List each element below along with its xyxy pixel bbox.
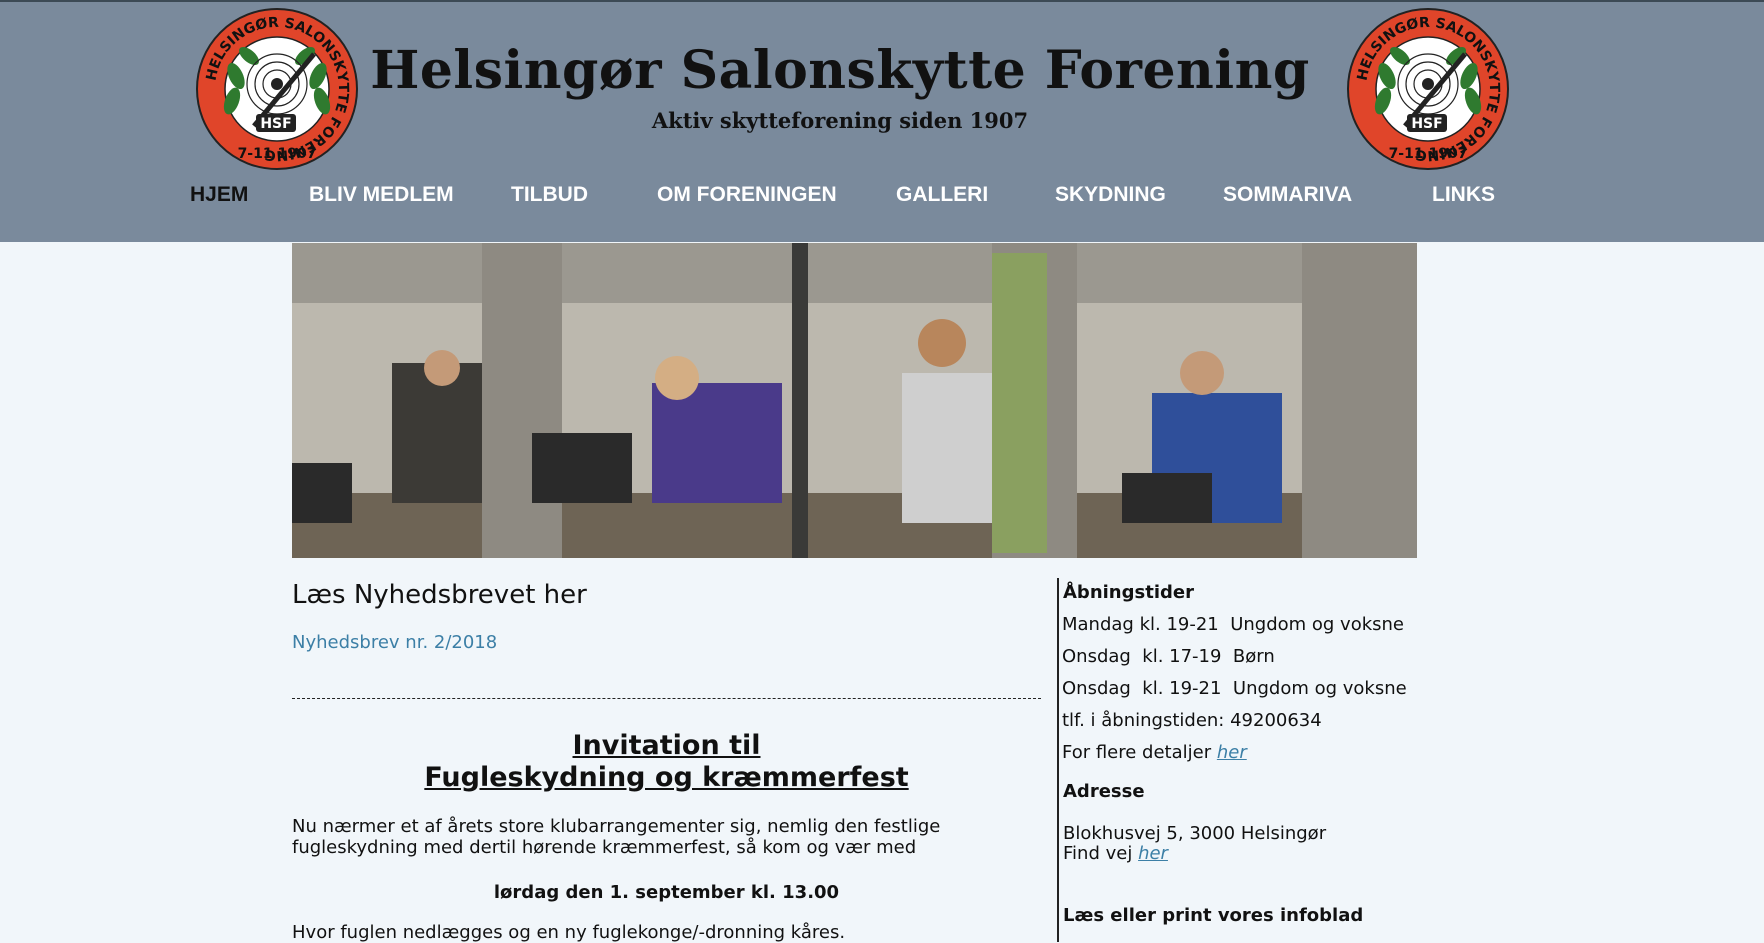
invitation-date: lørdag den 1. september kl. 13.00 bbox=[493, 882, 840, 903]
section-divider bbox=[292, 698, 1041, 699]
directions-line: Find vej her bbox=[1063, 843, 1168, 864]
hours-line: Onsdag kl. 17-19 Børn bbox=[1062, 646, 1275, 667]
svg-text:7-11 1907: 7-11 1907 bbox=[238, 146, 317, 162]
details-line: For flere detaljer her bbox=[1062, 742, 1247, 763]
sidebar: Åbningstider Mandag kl. 19-21 Ungdom og … bbox=[1057, 578, 1439, 942]
nav-item-hjem[interactable]: HJEM bbox=[190, 183, 248, 207]
nav-item-skydning[interactable]: SKYDNING bbox=[1055, 183, 1166, 207]
newsletter-link[interactable]: Nyhedsbrev nr. 2/2018 bbox=[292, 632, 1042, 653]
infoblad-title[interactable]: Læs eller print vores infoblad bbox=[1063, 905, 1363, 926]
invitation-more: Hvor fuglen nedlægges og en ny fuglekong… bbox=[292, 922, 846, 943]
directions-link[interactable]: her bbox=[1138, 843, 1168, 864]
nav-item-sommariva[interactable]: SOMMARIVA bbox=[1223, 183, 1352, 207]
site-header: HELSINGØR SALONSKYTTE FORENING HSF 7-11 … bbox=[0, 0, 1764, 242]
newsletter-heading: Læs Nyhedsbrevet her bbox=[292, 580, 587, 610]
nav-item-om-foreningen[interactable]: OM FORENINGEN bbox=[657, 183, 837, 207]
hours-line: Mandag kl. 19-21 Ungdom og voksne bbox=[1062, 614, 1404, 635]
nav-item-galleri[interactable]: GALLERI bbox=[896, 183, 988, 207]
nav-item-tilbud[interactable]: TILBUD bbox=[511, 183, 588, 207]
main-content: Læs Nyhedsbrevet her Nyhedsbrev nr. 2/20… bbox=[292, 580, 1042, 943]
shooting-range-photo bbox=[292, 243, 1417, 558]
invitation-title-line2: Fugleskydning og kræmmerfest bbox=[424, 762, 909, 793]
hero-photo bbox=[292, 243, 1417, 558]
nav-item-bliv-medlem[interactable]: BLIV MEDLEM bbox=[309, 183, 454, 207]
address-title: Adresse bbox=[1063, 781, 1145, 802]
directions-prefix: Find vej bbox=[1063, 843, 1139, 864]
svg-text:HSF: HSF bbox=[1411, 116, 1442, 132]
hours-line: Onsdag kl. 19-21 Ungdom og voksne bbox=[1062, 678, 1407, 699]
details-link[interactable]: her bbox=[1217, 742, 1247, 763]
details-prefix: For flere detaljer bbox=[1062, 742, 1217, 763]
invitation-body: Nu nærmer et af årets store klubarrangem… bbox=[292, 816, 941, 858]
invitation-title-line1: Invitation til bbox=[572, 730, 761, 761]
svg-text:7-11 1907: 7-11 1907 bbox=[1389, 146, 1468, 162]
club-logo-right: HELSINGØR SALONSKYTTE FORENING HSF 7-11 … bbox=[1347, 8, 1509, 170]
invitation-title: Invitation til Fugleskydning og kræmmerf… bbox=[292, 730, 1041, 794]
address-line: Blokhusvej 5, 3000 Helsingør bbox=[1063, 823, 1327, 844]
phone-line: tlf. i åbningstiden: 49200634 bbox=[1062, 710, 1322, 731]
nav-item-links[interactable]: LINKS bbox=[1432, 183, 1495, 207]
opening-hours-title: Åbningstider bbox=[1063, 582, 1194, 603]
